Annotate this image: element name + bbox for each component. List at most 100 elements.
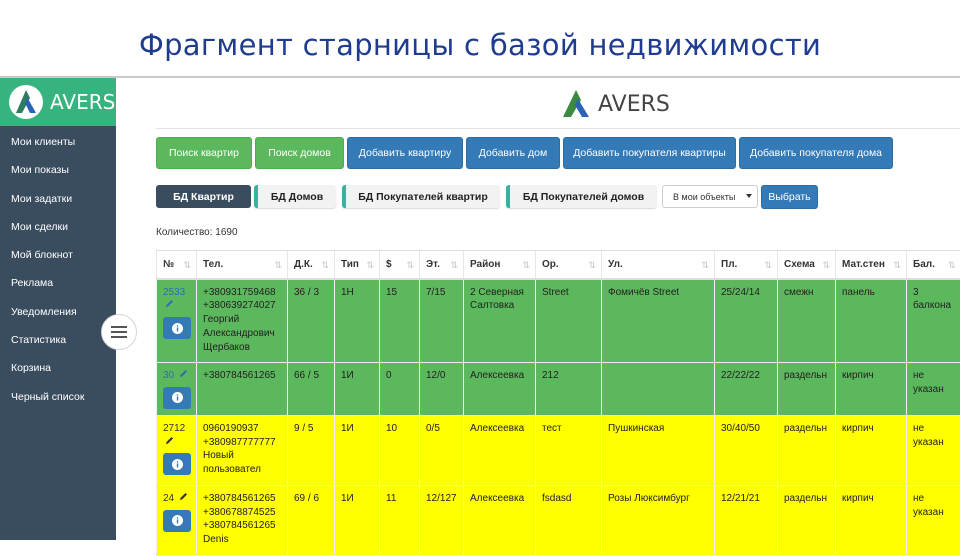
- cell-scheme: смежн: [778, 279, 836, 363]
- cell-walls: кирпич: [836, 485, 907, 555]
- sidebar-item-trash[interactable]: Корзина: [0, 354, 116, 382]
- sort-icon[interactable]: ⇅: [321, 260, 329, 271]
- tab-houses-db[interactable]: БД Домов: [254, 185, 336, 208]
- sort-icon[interactable]: ⇅: [450, 260, 458, 271]
- sidebar-item-my-deals[interactable]: Мои сделки: [0, 213, 116, 241]
- cell-type: 1И: [335, 363, 380, 416]
- logo-text: AVERS: [50, 90, 115, 114]
- sidebar-logo[interactable]: AVERS: [0, 78, 116, 126]
- table-row[interactable]: 2712 0960190937 +380987777777 Новый поль…: [157, 415, 960, 485]
- cell-phones: +380784561265 +380678874525 +38078456126…: [197, 485, 288, 555]
- column-header[interactable]: №⇅: [157, 251, 197, 279]
- add-apartment-buyer-button[interactable]: Добавить покупателя квартиры: [563, 137, 736, 169]
- cell-street: [602, 363, 715, 416]
- properties-table: №⇅ Тел.⇅ Д.К.⇅ Тип⇅ $⇅ Эт.⇅ Район⇅ Ор.⇅ …: [156, 250, 960, 556]
- cell-walls: кирпич: [836, 415, 907, 485]
- sidebar-item-my-showings[interactable]: Мои показы: [0, 156, 116, 184]
- sort-icon[interactable]: ⇅: [948, 260, 956, 271]
- column-header[interactable]: Тип⇅: [335, 251, 380, 279]
- info-button[interactable]: [163, 317, 191, 339]
- cell-area: 22/22/22: [715, 363, 778, 416]
- slide-title: Фрагмент старницы с базой недвижимости: [0, 28, 960, 62]
- sort-icon[interactable]: ⇅: [588, 260, 596, 271]
- column-header[interactable]: Эт.⇅: [420, 251, 464, 279]
- cell-area: 25/24/14: [715, 279, 778, 363]
- add-apartment-button[interactable]: Добавить квартиру: [347, 137, 463, 169]
- pencil-icon[interactable]: [165, 299, 174, 313]
- column-header[interactable]: Ор.⇅: [536, 251, 602, 279]
- cell-orientir: fsdasd: [536, 485, 602, 555]
- sort-icon[interactable]: ⇅: [406, 260, 414, 271]
- sidebar-item-statistics[interactable]: Статистика: [0, 326, 116, 354]
- table-row[interactable]: 24 +380784561265 +380678874525 +38078456…: [157, 485, 960, 555]
- cell-area: 12/21/21: [715, 485, 778, 555]
- info-button[interactable]: [163, 453, 191, 475]
- sidebar-item-blacklist[interactable]: Черный список: [0, 383, 116, 411]
- cell-balcony: не указан: [907, 485, 960, 555]
- cell-street: Пушкинская: [602, 415, 715, 485]
- record-id-link[interactable]: 24: [163, 493, 174, 504]
- sidebar-item-ads[interactable]: Реклама: [0, 269, 116, 297]
- results-count: Количество: 1690: [156, 227, 238, 238]
- table-row[interactable]: 2533 +380931759468 +380639274027 Георгий…: [157, 279, 960, 363]
- sidebar-item-my-deposits[interactable]: Мои задатки: [0, 185, 116, 213]
- sidebar-item-notifications[interactable]: Уведомления: [0, 298, 116, 326]
- cell-floor: 0/5: [420, 415, 464, 485]
- divider: [156, 128, 960, 129]
- tab-apartment-buyers-db[interactable]: БД Покупателей квартир: [342, 185, 500, 208]
- sort-icon[interactable]: ⇅: [183, 260, 191, 271]
- sidebar-item-my-clients[interactable]: Мои клиенты: [0, 128, 116, 156]
- pencil-icon[interactable]: [179, 492, 188, 506]
- add-house-buyer-button[interactable]: Добавить покупателя дома: [739, 137, 893, 169]
- record-id-link[interactable]: 2712: [163, 423, 185, 434]
- column-header[interactable]: Ул.⇅: [602, 251, 715, 279]
- cell-orientir: тест: [536, 415, 602, 485]
- cell-orientir: 212: [536, 363, 602, 416]
- cell-street: Фомичёв Street: [602, 279, 715, 363]
- pencil-icon[interactable]: [179, 369, 188, 383]
- tab-house-buyers-db[interactable]: БД Покупателей домов: [506, 185, 657, 208]
- sidebar-menu: Мои клиенты Мои показы Мои задатки Мои с…: [0, 126, 116, 411]
- cell-scheme: раздельн: [778, 485, 836, 555]
- pencil-icon[interactable]: [165, 436, 174, 450]
- cell-id: 2712: [157, 415, 197, 485]
- cell-scheme: раздельн: [778, 415, 836, 485]
- info-button[interactable]: [163, 510, 191, 532]
- sort-icon[interactable]: ⇅: [701, 260, 709, 271]
- add-house-button[interactable]: Добавить дом: [466, 137, 560, 169]
- cell-price: 0: [380, 363, 420, 416]
- column-header[interactable]: Бал.⇅: [907, 251, 960, 279]
- info-button[interactable]: [163, 387, 191, 409]
- column-header[interactable]: Пл.⇅: [715, 251, 778, 279]
- sort-icon[interactable]: ⇅: [274, 260, 282, 271]
- sort-icon[interactable]: ⇅: [822, 260, 830, 271]
- column-header[interactable]: Д.К.⇅: [288, 251, 335, 279]
- objects-filter-select[interactable]: В мои объекты: [662, 185, 758, 208]
- cell-id: 2533: [157, 279, 197, 363]
- column-header[interactable]: Тел.⇅: [197, 251, 288, 279]
- sidebar-item-my-notebook[interactable]: Мой блокнот: [0, 241, 116, 269]
- header-logo[interactable]: AVERS: [558, 86, 670, 122]
- cell-walls: кирпич: [836, 363, 907, 416]
- table-row[interactable]: 30 +380784561265 66 / 5 1И 0 12/0 Алексе…: [157, 363, 960, 416]
- tab-apartments-db[interactable]: БД Квартир: [156, 185, 251, 208]
- sort-icon[interactable]: ⇅: [522, 260, 530, 271]
- apply-filter-button[interactable]: Выбрать: [761, 185, 818, 209]
- cell-balcony: не указан: [907, 363, 960, 416]
- search-houses-button[interactable]: Поиск домов: [255, 137, 344, 169]
- cell-scheme: раздельн: [778, 363, 836, 416]
- cell-dk: 36 / 3: [288, 279, 335, 363]
- record-id-link[interactable]: 2533: [163, 287, 185, 298]
- logo-icon: [8, 84, 44, 120]
- search-apartments-button[interactable]: Поиск квартир: [156, 137, 252, 169]
- column-header[interactable]: Схема⇅: [778, 251, 836, 279]
- sort-icon[interactable]: ⇅: [366, 260, 374, 271]
- column-header[interactable]: $⇅: [380, 251, 420, 279]
- record-id-link[interactable]: 30: [163, 370, 174, 381]
- info-icon: [172, 323, 183, 334]
- column-header[interactable]: Мат.стен⇅: [836, 251, 907, 279]
- sort-icon[interactable]: ⇅: [893, 260, 901, 271]
- column-header[interactable]: Район⇅: [464, 251, 536, 279]
- sort-icon[interactable]: ⇅: [764, 260, 772, 271]
- cell-walls: панель: [836, 279, 907, 363]
